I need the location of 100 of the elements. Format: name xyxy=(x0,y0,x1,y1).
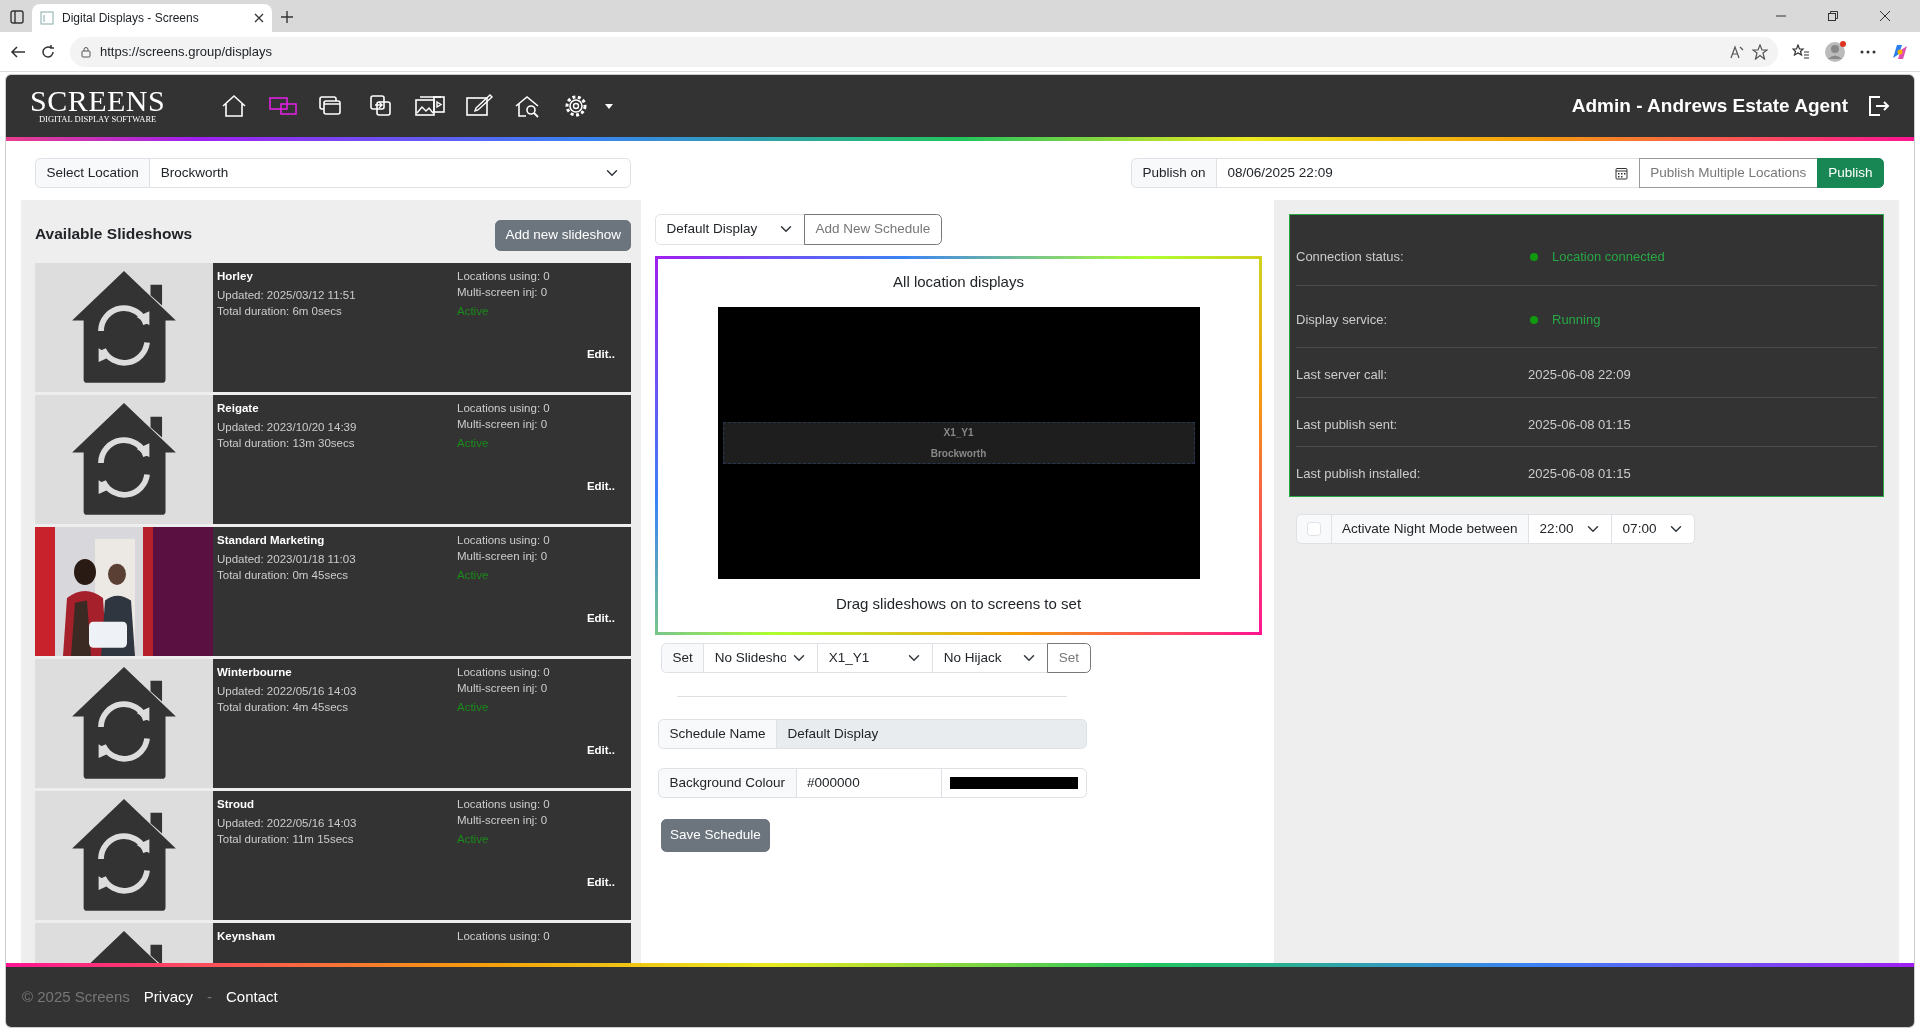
background-colour-label: Background Colour xyxy=(658,768,797,799)
house-sync-icon xyxy=(72,666,176,780)
screen-zone[interactable]: X1_Y1 Brockworth xyxy=(722,422,1195,464)
house-sync-icon xyxy=(72,270,176,384)
status-label: Display service: xyxy=(1296,310,1389,329)
add-slideshow-button[interactable]: Add new slideshow xyxy=(495,220,631,251)
status-text: Active xyxy=(457,303,490,319)
slideshow-card[interactable]: Stroud Updated: 2022/05/16 14:03 Total duration: 11m 15secs Locations using: 0 Multi-screen inj: 0 Active Edit.. xyxy=(213,790,631,920)
publish-label: Publish on xyxy=(1131,158,1218,189)
locations-count: Locations using: 0 xyxy=(457,400,551,416)
edit-link[interactable]: Edit.. xyxy=(586,609,615,626)
night-mode-checkbox[interactable] xyxy=(1307,522,1321,536)
tab-list-icon[interactable] xyxy=(10,10,24,24)
status-label: Last publish sent: xyxy=(1296,415,1399,434)
start-time-select[interactable]: 22:00 xyxy=(1528,513,1613,544)
favorites-icon[interactable] xyxy=(1792,43,1810,60)
duration-text: Total duration: 4m 45secs xyxy=(217,699,350,715)
locations-count: Locations using: 0 xyxy=(457,928,551,944)
schedule-select[interactable]: Default Display xyxy=(655,214,805,245)
new-tab-icon[interactable] xyxy=(280,10,294,24)
caret-icon[interactable] xyxy=(605,104,614,110)
duration-text: Total duration: 11m 15secs xyxy=(217,831,355,847)
slideshow-card[interactable]: Keynsham Locations using: 0 xyxy=(213,922,631,963)
close-icon[interactable] xyxy=(1880,11,1890,21)
footer-link[interactable]: Privacy xyxy=(143,985,193,1009)
slideshow-card[interactable]: Winterbourne Updated: 2022/05/16 14:03 Total duration: 4m 45secs Locations using: 0 Multi-screen inj: 0 Active Edit.. xyxy=(213,658,631,788)
house-sync-icon xyxy=(72,798,176,912)
duration-text: Total duration: 0m 45secs xyxy=(217,567,350,583)
location-select[interactable]: Brockworth xyxy=(149,158,631,189)
locations-count: Locations using: 0 xyxy=(457,268,551,284)
status-value: Running xyxy=(1552,311,1601,327)
status-value: 2025-06-08 22:09 xyxy=(1528,367,1631,383)
schedule-name-field[interactable]: Default Display xyxy=(776,718,1087,749)
status-value: Location connected xyxy=(1552,249,1665,265)
back-icon[interactable] xyxy=(10,43,26,60)
lock-icon xyxy=(80,45,92,58)
set-button[interactable]: Set xyxy=(1047,642,1091,673)
user-name: Admin - Andrews Estate Agent xyxy=(1571,93,1848,118)
locations-count: Locations using: 0 xyxy=(457,796,551,812)
slideshow-card[interactable]: Reigate Updated: 2023/10/20 14:39 Total duration: 13m 30secs Locations using: 0 Multi-screen inj: 0 Active Edit.. xyxy=(213,394,631,524)
footer-link[interactable]: Contact xyxy=(226,985,278,1009)
slideshow-name: Keynsham xyxy=(217,928,277,944)
multi-screen-count: Multi-screen inj: 0 xyxy=(457,284,549,300)
panel-title: All location displays xyxy=(892,271,1025,292)
slideshow-name: Standard Marketing xyxy=(217,532,326,548)
restore-icon[interactable] xyxy=(1828,11,1838,21)
separator-text: - xyxy=(207,986,212,1007)
media-icon[interactable] xyxy=(415,93,446,119)
hijack-select[interactable]: No Hijack xyxy=(932,642,1049,673)
calendar-icon[interactable] xyxy=(1615,166,1629,180)
logout-icon[interactable] xyxy=(1866,94,1890,118)
colour-field[interactable]: #000000 xyxy=(795,768,942,799)
set-label: Set xyxy=(661,642,705,673)
edit-link[interactable]: Edit.. xyxy=(586,477,615,494)
edit-link[interactable]: Edit.. xyxy=(586,741,615,758)
duration-text: Total duration: 13m 30secs xyxy=(217,435,356,451)
house-sync-icon xyxy=(72,402,176,516)
close-icon[interactable] xyxy=(254,13,264,23)
duration-text: Total duration: 6m 0secs xyxy=(217,303,343,319)
browser-tab[interactable]: Digital Displays - Screens xyxy=(32,4,272,32)
star-icon[interactable] xyxy=(1752,43,1768,60)
slideshow-name: Stroud xyxy=(217,796,256,812)
profile-icon[interactable] xyxy=(1824,40,1846,63)
night-mode-label: Activate Night Mode between xyxy=(1330,513,1530,544)
publish-button[interactable]: Publish xyxy=(1816,158,1884,189)
add-schedule-button[interactable]: Add New Schedule xyxy=(804,214,942,245)
publish-multiple-button[interactable]: Publish Multiple Locations xyxy=(1638,158,1818,189)
multi-screen-count: Multi-screen inj: 0 xyxy=(457,680,549,696)
status-value: 2025-06-08 01:15 xyxy=(1528,466,1631,482)
status-dot xyxy=(1530,253,1538,262)
more-icon[interactable] xyxy=(1860,49,1876,54)
status-text: Active xyxy=(457,435,490,451)
tab-title: Digital Displays - Screens xyxy=(62,10,200,27)
multi-screen-count: Multi-screen inj: 0 xyxy=(457,416,549,432)
multi-screen-count: Multi-screen inj: 0 xyxy=(457,812,549,828)
date-field[interactable]: 08/06/2025 22:09 xyxy=(1216,158,1640,189)
logo[interactable]: SCREENS DIGITAL DISPLAY SOFTWARE xyxy=(30,88,166,124)
updated-text: Updated: 2025/03/12 11:51 xyxy=(217,287,357,303)
edit-link[interactable]: Edit.. xyxy=(586,873,615,890)
locations-count: Locations using: 0 xyxy=(457,664,551,680)
end-time-select[interactable]: 07:00 xyxy=(1611,513,1696,544)
slideshow-card[interactable]: Horley Updated: 2025/03/12 11:51 Total duration: 6m 0secs Locations using: 0 Multi-screen inj: 0 Active Edit.. xyxy=(213,262,631,392)
slideshow-name: Reigate xyxy=(217,400,260,416)
address-bar[interactable]: https://screens.group/displays xyxy=(70,36,1778,67)
screen-select[interactable]: X1_Y1 xyxy=(817,642,934,673)
panel-caption: Drag slideshows on to screens to set xyxy=(834,594,1083,614)
status-text: Active xyxy=(457,699,490,715)
edit-icon[interactable] xyxy=(464,93,495,119)
slideshow-card[interactable]: Standard Marketing Updated: 2023/01/18 11:03 Total duration: 0m 45secs Locations using: 0 Multi-screen inj: 0 Active Edit.. xyxy=(213,526,631,656)
schedule-name-label: Schedule Name xyxy=(658,718,778,749)
colour-swatch[interactable] xyxy=(949,777,1078,790)
status-label: Connection status: xyxy=(1296,248,1405,267)
edit-link[interactable]: Edit.. xyxy=(586,345,615,362)
refresh-icon[interactable] xyxy=(40,43,56,60)
status-text: Active xyxy=(457,831,490,847)
url-text: https://screens.group/displays xyxy=(100,42,273,61)
slideshow-name: Winterbourne xyxy=(217,664,293,680)
slideshow-name: Horley xyxy=(217,268,254,284)
save-schedule-button[interactable]: Save Schedule xyxy=(661,819,770,852)
read-aloud-icon[interactable] xyxy=(1730,44,1744,59)
